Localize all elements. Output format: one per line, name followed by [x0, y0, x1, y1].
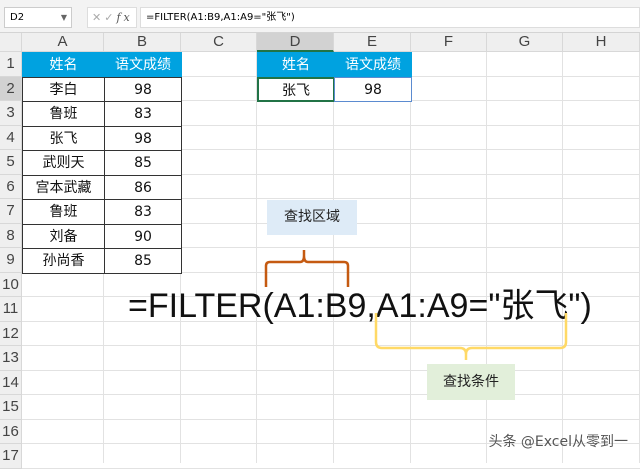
criteria-label: 查找条件: [427, 364, 515, 400]
criteria-brace: [374, 313, 568, 360]
range-label: 查找区域: [267, 200, 357, 235]
row-gridline: [22, 467, 640, 469]
range-brace: [264, 250, 350, 287]
watermark: 头条 @Excel从零到一: [488, 434, 628, 450]
